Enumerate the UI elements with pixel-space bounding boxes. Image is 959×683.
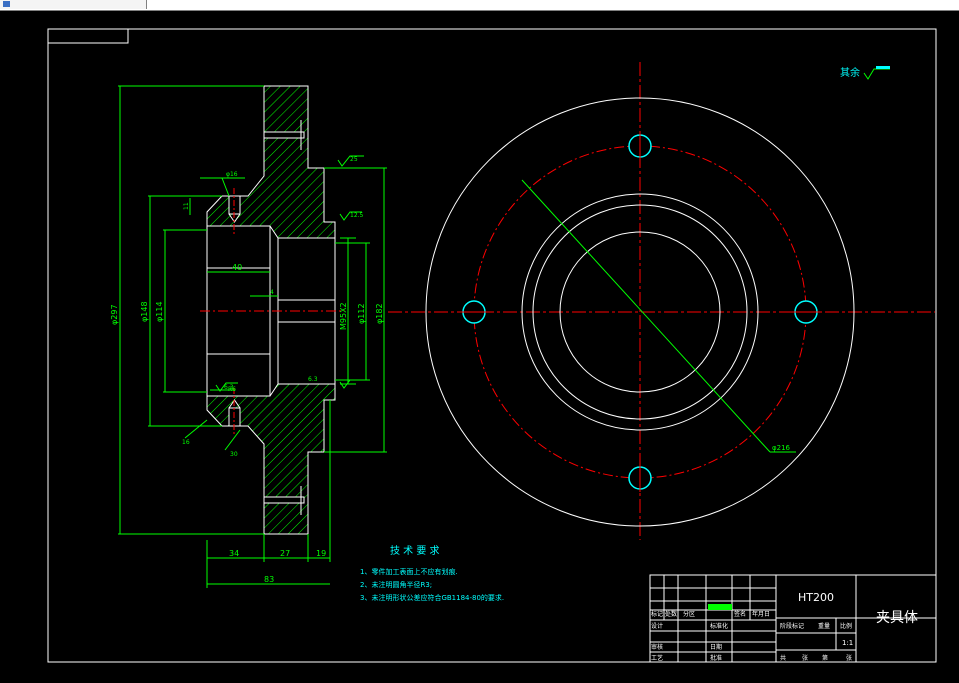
section-hatch-lower <box>206 383 336 535</box>
label-phi16: φ16 <box>226 171 238 178</box>
part-name: 夹具体 <box>876 610 918 626</box>
dim-27: 27 <box>280 549 290 558</box>
row-label-zone: 分区 <box>683 610 695 618</box>
tech-req-item-3: 3、未注明形状公差应符合GB1184-80的要求. <box>360 593 504 602</box>
sheet-label-total: 共 <box>780 654 786 662</box>
label-4: 4 <box>270 289 274 296</box>
mid-label-date: 日期 <box>710 643 722 651</box>
stage-label-mark: 阶段标记 <box>780 622 804 630</box>
technical-requirements: 技 术 要 求 1、零件加工表面上不应有划痕. 2、未注明圆角半径R3; 3、未… <box>360 544 504 602</box>
dim-19: 19 <box>316 549 326 558</box>
tech-req-heading: 技 术 要 求 <box>390 544 440 557</box>
roughness-6-3-a: 6.3 <box>308 376 318 383</box>
roughness-25: 25 <box>350 156 358 163</box>
section-hatch-upper <box>206 85 336 239</box>
pcd-label: φ216 <box>772 444 791 452</box>
toolbar <box>0 0 959 11</box>
left-label-review: 审核 <box>651 643 663 651</box>
left-label-design: 设计 <box>651 622 663 630</box>
dim-phi114: φ114 <box>155 301 164 322</box>
tech-req-item-1: 1、零件加工表面上不应有划痕. <box>360 567 458 576</box>
stage-label-weight: 重量 <box>818 622 830 630</box>
mid-label-approve: 批准 <box>710 654 722 662</box>
stage-label-scale: 比例 <box>840 622 852 630</box>
label-16: 16 <box>182 439 190 446</box>
document-tab[interactable] <box>0 0 147 9</box>
tech-req-item-2: 2、未注明圆角半径R3; <box>360 580 432 589</box>
roughness-12-5: 12.5 <box>350 212 364 219</box>
sheet-label-sheets2: 张 <box>846 654 852 662</box>
document-icon <box>3 1 10 7</box>
row-label-date: 年月日 <box>752 610 770 618</box>
corner-tag-box <box>47 28 129 44</box>
row-label-signature: 签名 <box>734 610 746 618</box>
dim-phi148: φ148 <box>140 301 149 322</box>
sheet-label-number: 第 <box>822 654 828 662</box>
dim-phi182: φ182 <box>375 303 384 324</box>
cad-drawing: φ297 φ148 φ114 M95X2 φ112 φ182 40 34 27 … <box>47 28 937 663</box>
sheet-label-sheets1: 张 <box>802 654 808 662</box>
label-11: 11 <box>183 202 190 210</box>
dim-m95x2: M95X2 <box>339 302 348 330</box>
row-label-count: 处数 <box>665 610 677 618</box>
dim-83: 83 <box>264 575 274 584</box>
scale-value: 1:1 <box>842 639 853 647</box>
roughness-6-3-b: 6.3 <box>224 384 234 391</box>
material-label: HT200 <box>798 591 834 604</box>
row-label-mark: 标记 <box>651 610 663 618</box>
pcd-leader <box>521 179 771 453</box>
slot-bottom <box>263 496 305 504</box>
top-view: φ216 <box>388 62 935 540</box>
dim-phi297: φ297 <box>110 304 119 325</box>
label-30: 30 <box>230 451 238 458</box>
mid-label-standard: 标准化 <box>710 622 728 630</box>
dim-phi112: φ112 <box>357 303 366 324</box>
drawing-canvas[interactable]: φ297 φ148 φ114 M95X2 φ112 φ182 40 34 27 … <box>0 11 959 683</box>
dim-40: 40 <box>232 263 242 272</box>
slot-top <box>263 131 305 139</box>
drawing-border <box>47 28 937 663</box>
dim-34: 34 <box>229 549 239 558</box>
roughness-note: 其余 <box>840 66 860 79</box>
left-label-process: 工艺 <box>651 654 663 662</box>
